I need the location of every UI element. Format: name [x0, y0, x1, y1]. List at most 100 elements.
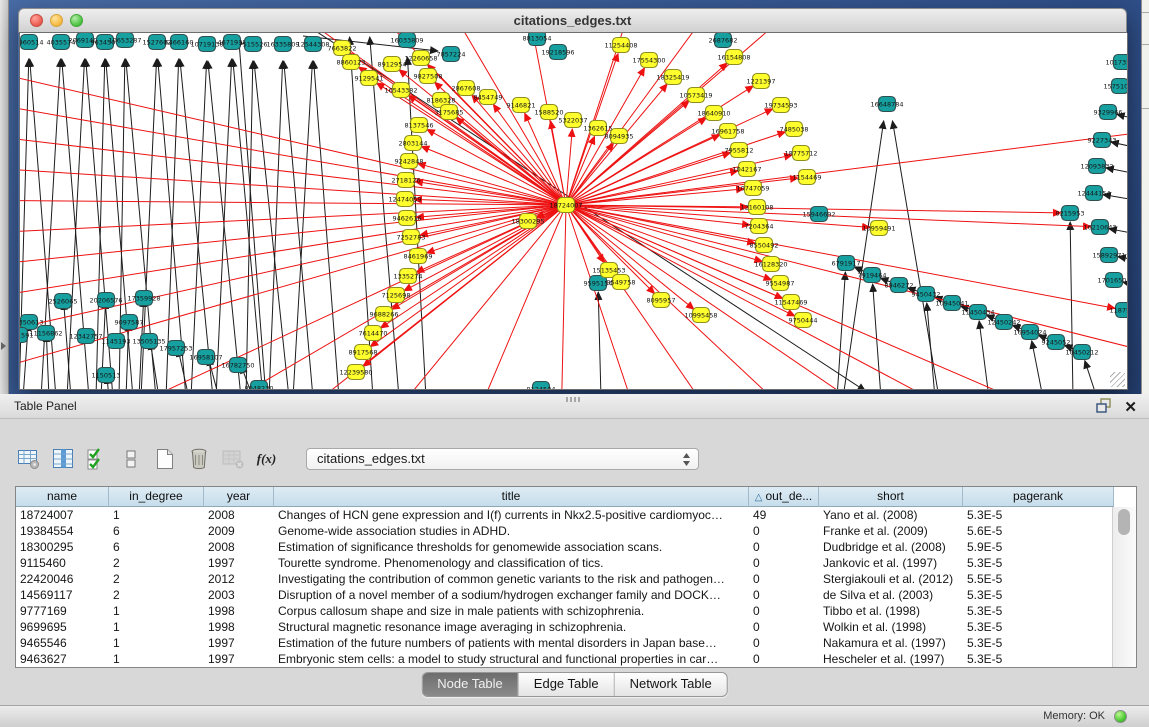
- cell[interactable]: 49: [749, 507, 819, 523]
- cell[interactable]: 5.3E-5: [963, 603, 1114, 619]
- cell[interactable]: 1998: [204, 603, 274, 619]
- cell[interactable]: 19384554: [16, 523, 109, 539]
- cell[interactable]: 2012: [204, 571, 274, 587]
- column-header-pagerank[interactable]: pagerank: [963, 487, 1114, 507]
- cell[interactable]: 2008: [204, 507, 274, 523]
- cell[interactable]: 2003: [204, 587, 274, 603]
- cell[interactable]: Corpus callosum shape and size in male p…: [274, 603, 749, 619]
- cell[interactable]: 1998: [204, 619, 274, 635]
- delete-table-icon[interactable]: [186, 446, 211, 472]
- cell[interactable]: 9777169: [16, 603, 109, 619]
- cell[interactable]: 22420046: [16, 571, 109, 587]
- network-canvas[interactable]: 1872400779605144035574206914069634508106…: [19, 33, 1128, 390]
- cell[interactable]: 0: [749, 635, 819, 651]
- close-window-icon[interactable]: [30, 14, 43, 27]
- table-selector-dropdown[interactable]: citations_edges.txt: [306, 448, 699, 470]
- create-table-icon[interactable]: [152, 446, 177, 472]
- cell[interactable]: Estimation of significance thresholds fo…: [274, 539, 749, 555]
- cell[interactable]: 5.5E-5: [963, 571, 1114, 587]
- window-titlebar[interactable]: citations_edges.txt: [18, 8, 1127, 33]
- row-height-icon[interactable]: [118, 446, 143, 472]
- cell[interactable]: 1997: [204, 555, 274, 571]
- scrollbar-thumb[interactable]: [1118, 509, 1130, 535]
- cell[interactable]: 5.3E-5: [963, 635, 1114, 651]
- cell[interactable]: 1: [109, 619, 204, 635]
- cell[interactable]: Wolkin et al. (1998): [819, 619, 963, 635]
- zoom-window-icon[interactable]: [70, 14, 83, 27]
- panel-drag-handle[interactable]: [566, 397, 582, 402]
- show-columns-icon[interactable]: [50, 446, 75, 472]
- destroy-table-icon[interactable]: [220, 446, 245, 472]
- column-header-in_degree[interactable]: in_degree: [109, 487, 204, 507]
- cell[interactable]: 5.3E-5: [963, 555, 1114, 571]
- cell[interactable]: Genome-wide association studies in ADHD.: [274, 523, 749, 539]
- cell[interactable]: Stergiakouli et al. (2012): [819, 571, 963, 587]
- cell[interactable]: Jankovic et al. (1997): [819, 555, 963, 571]
- cell[interactable]: 0: [749, 539, 819, 555]
- cell[interactable]: 0: [749, 523, 819, 539]
- table-options-icon[interactable]: [16, 446, 41, 472]
- cell[interactable]: 9115460: [16, 555, 109, 571]
- close-panel-icon[interactable]: ✕: [1124, 400, 1137, 416]
- cell[interactable]: 18300295: [16, 539, 109, 555]
- cell[interactable]: Changes of HCN gene expression and I(f) …: [274, 507, 749, 523]
- cell[interactable]: 2: [109, 571, 204, 587]
- resize-grip[interactable]: [1110, 372, 1125, 387]
- cell[interactable]: 5.3E-5: [963, 507, 1114, 523]
- cell[interactable]: Estimation of the future numbers of pati…: [274, 635, 749, 651]
- cell[interactable]: 5.6E-5: [963, 523, 1114, 539]
- cell[interactable]: 9465546: [16, 635, 109, 651]
- cell[interactable]: Investigating the contribution of common…: [274, 571, 749, 587]
- function-builder-icon[interactable]: f(x): [254, 446, 279, 472]
- cell[interactable]: 0: [749, 587, 819, 603]
- cell[interactable]: 18724007: [16, 507, 109, 523]
- cell[interactable]: 2: [109, 555, 204, 571]
- cell[interactable]: Tibbo et al. (1998): [819, 603, 963, 619]
- cell[interactable]: de Silva et al. (2003): [819, 587, 963, 603]
- cell[interactable]: Tourette syndrome. Phenomenology and cla…: [274, 555, 749, 571]
- cell[interactable]: 1: [109, 651, 204, 667]
- column-header-year[interactable]: year: [204, 487, 274, 507]
- column-header-short[interactable]: short: [819, 487, 963, 507]
- network-window[interactable]: citations_edges.txt 18724007796051440355…: [18, 8, 1127, 390]
- cell[interactable]: 2009: [204, 523, 274, 539]
- cell[interactable]: Dudbridge et al. (2008): [819, 539, 963, 555]
- column-header-out_de[interactable]: △out_de...: [749, 487, 819, 507]
- cell[interactable]: 0: [749, 619, 819, 635]
- cell[interactable]: 6: [109, 523, 204, 539]
- select-all-icon[interactable]: [84, 446, 109, 472]
- cell[interactable]: 0: [749, 603, 819, 619]
- table-scrollbar[interactable]: [1112, 507, 1136, 667]
- cell[interactable]: 2008: [204, 539, 274, 555]
- cell[interactable]: 5.3E-5: [963, 651, 1114, 667]
- cell[interactable]: Embryonic stem cells: a model to study s…: [274, 651, 749, 667]
- cell[interactable]: 5.3E-5: [963, 619, 1114, 635]
- cell[interactable]: Hescheler et al. (1997): [819, 651, 963, 667]
- cell[interactable]: Yano et al. (2008): [819, 507, 963, 523]
- cell[interactable]: Franke et al. (2009): [819, 523, 963, 539]
- network-graph[interactable]: 1872400779605144035574206914069634508106…: [20, 33, 1127, 389]
- cell[interactable]: 0: [749, 571, 819, 587]
- minimize-window-icon[interactable]: [50, 14, 63, 27]
- cell[interactable]: Structural magnetic resonance image aver…: [274, 619, 749, 635]
- cell[interactable]: Disruption of a novel member of a sodium…: [274, 587, 749, 603]
- cell[interactable]: Nakamura et al. (1997): [819, 635, 963, 651]
- west-panel-edge[interactable]: [0, 0, 9, 394]
- cell[interactable]: 6: [109, 539, 204, 555]
- column-header-name[interactable]: name: [16, 487, 109, 507]
- float-panel-icon[interactable]: [1096, 398, 1112, 418]
- tab-node-table[interactable]: Node Table: [422, 673, 518, 696]
- cell[interactable]: 0: [749, 651, 819, 667]
- cell[interactable]: 1: [109, 507, 204, 523]
- column-header-title[interactable]: title: [274, 487, 749, 507]
- tab-network-table[interactable]: Network Table: [614, 673, 727, 696]
- cell[interactable]: 9463627: [16, 651, 109, 667]
- tab-edge-table[interactable]: Edge Table: [518, 673, 614, 696]
- cell[interactable]: 5.9E-5: [963, 539, 1114, 555]
- cell[interactable]: 9699695: [16, 619, 109, 635]
- panel-collapse-arrow-icon[interactable]: [1, 342, 6, 350]
- cell[interactable]: 14569117: [16, 587, 109, 603]
- cell[interactable]: 1: [109, 635, 204, 651]
- cell[interactable]: 5.3E-5: [963, 587, 1114, 603]
- cell[interactable]: 1997: [204, 635, 274, 651]
